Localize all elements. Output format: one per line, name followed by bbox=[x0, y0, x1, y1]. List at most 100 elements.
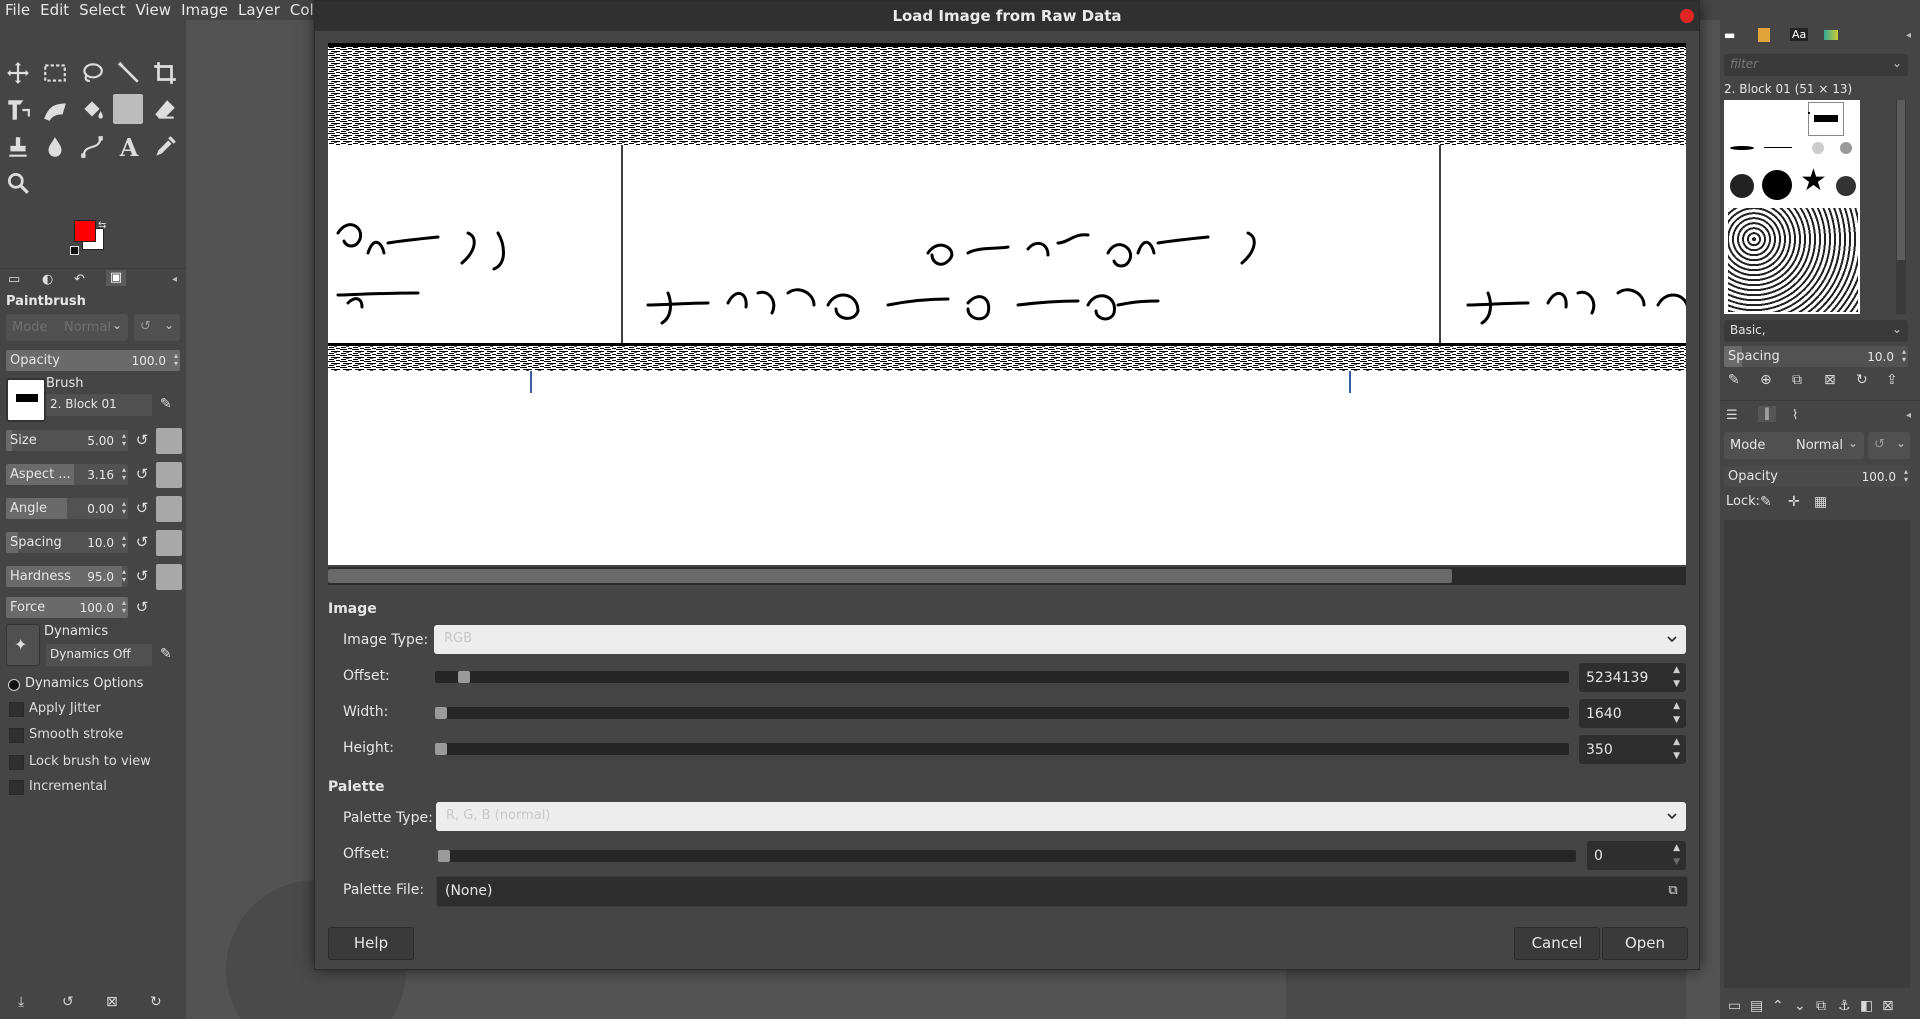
palette-offset-slider[interactable] bbox=[438, 850, 1576, 862]
reset-hardness-icon[interactable]: ↺ bbox=[133, 567, 151, 585]
folder-open-icon[interactable]: ⧉ bbox=[1663, 881, 1683, 901]
edit-brush-icon[interactable]: ✎ bbox=[1728, 372, 1740, 388]
foreground-color-swatch[interactable] bbox=[74, 220, 96, 242]
spin-arrows-icon[interactable]: ▴ ▾ bbox=[122, 500, 126, 516]
images-tab-icon[interactable]: ▣ bbox=[106, 270, 126, 286]
spacing-link-button[interactable] bbox=[156, 530, 182, 556]
menu-view[interactable]: View bbox=[130, 1, 176, 19]
brush-name-field[interactable]: 2. Block 01 bbox=[46, 394, 152, 416]
save-options-icon[interactable]: ⤓ bbox=[18, 994, 24, 1010]
spin-arrows-icon[interactable]: ▴ ▾ bbox=[1904, 468, 1908, 484]
rect-select-icon[interactable] bbox=[40, 58, 70, 88]
decrement-icon[interactable]: ▼ bbox=[1673, 716, 1680, 725]
layer-opacity-slider[interactable]: Opacity 100.0 ▴ ▾ bbox=[1724, 466, 1910, 487]
reset-spacing-icon[interactable]: ↺ bbox=[133, 533, 151, 551]
reset-size-icon[interactable]: ↺ bbox=[133, 431, 151, 449]
paintbrush-tool-icon[interactable] bbox=[113, 94, 143, 124]
color-picker-icon[interactable] bbox=[150, 132, 180, 162]
mode-combo[interactable]: Mode Normal ⌄ bbox=[6, 314, 128, 341]
layer-mode-combo[interactable]: Mode Normal ⌄ bbox=[1724, 432, 1864, 459]
lock-pixels-icon[interactable]: ✎ bbox=[1760, 494, 1772, 510]
offset-slider-knob[interactable] bbox=[458, 671, 470, 683]
spin-arrows-icon[interactable]: ▴ ▾ bbox=[1902, 348, 1906, 364]
layers-list[interactable] bbox=[1724, 520, 1910, 988]
height-slider[interactable] bbox=[435, 743, 1569, 755]
hardness-slider[interactable]: Hardness 95.0 ▴ ▾ bbox=[6, 566, 128, 587]
menu-file[interactable]: File bbox=[0, 1, 35, 19]
duplicate-brush-icon[interactable]: ⧉ bbox=[1792, 372, 1802, 388]
duplicate-layer-icon[interactable]: ⧉ bbox=[1816, 998, 1826, 1014]
size-slider[interactable]: Size 5.00 ▴ ▾ bbox=[6, 430, 128, 451]
anchor-layer-icon[interactable]: ⚓ bbox=[1838, 998, 1851, 1014]
eraser-icon[interactable] bbox=[150, 95, 180, 125]
reset-aspect-icon[interactable]: ↺ bbox=[133, 465, 151, 483]
zoom-tool-icon[interactable] bbox=[3, 168, 33, 198]
spin-arrows-icon[interactable]: ▴ ▾ bbox=[122, 568, 126, 584]
new-brush-icon[interactable]: ⊕ bbox=[1760, 372, 1772, 388]
brush-preview[interactable] bbox=[6, 378, 46, 422]
menu-image[interactable]: Image bbox=[176, 1, 233, 19]
crop-icon[interactable] bbox=[150, 58, 180, 88]
palette-offset-slider-knob[interactable] bbox=[438, 850, 450, 862]
brush-preset-combo[interactable]: Basic, ⌄ bbox=[1724, 320, 1908, 342]
edit-dynamics-icon[interactable]: ✎ bbox=[160, 646, 172, 662]
angle-slider[interactable]: Angle 0.00 ▴ ▾ bbox=[6, 498, 128, 519]
delete-brush-icon[interactable]: ⊠ bbox=[1824, 372, 1836, 388]
cancel-button[interactable]: Cancel bbox=[1514, 927, 1600, 960]
open-brush-icon[interactable]: ⇪ bbox=[1886, 372, 1898, 388]
spin-arrows-icon[interactable]: ▴ ▾ bbox=[122, 466, 126, 482]
clone-icon[interactable] bbox=[3, 132, 33, 162]
raise-layer-icon[interactable]: ⌃ bbox=[1772, 998, 1784, 1014]
text-tool-icon[interactable]: A bbox=[114, 132, 144, 162]
incremental-checkbox[interactable] bbox=[9, 780, 24, 795]
delete-options-icon[interactable]: ⊠ bbox=[106, 994, 118, 1010]
dynamics-options-expander[interactable] bbox=[8, 679, 20, 691]
spacing-slider[interactable]: Spacing 10.0 ▴ ▾ bbox=[6, 532, 128, 553]
help-button[interactable]: Help bbox=[328, 927, 414, 960]
dock-menu-icon[interactable]: ◂ bbox=[1906, 410, 1911, 421]
increment-icon[interactable]: ▲ bbox=[1673, 666, 1680, 675]
delete-layer-icon[interactable]: ⊠ bbox=[1882, 998, 1894, 1014]
open-button[interactable]: Open bbox=[1602, 927, 1688, 960]
fuzzy-select-icon[interactable] bbox=[114, 58, 144, 88]
menu-select[interactable]: Select bbox=[74, 1, 130, 19]
force-slider[interactable]: Force 100.0 ▴ ▾ bbox=[6, 597, 128, 618]
apply-jitter-checkbox[interactable] bbox=[9, 702, 24, 717]
aspect-link-button[interactable] bbox=[156, 462, 182, 488]
decrement-icon[interactable]: ▼ bbox=[1673, 858, 1680, 867]
palette-offset-spinbox[interactable]: 0 ▲ ▼ bbox=[1587, 841, 1686, 870]
decrement-icon[interactable]: ▼ bbox=[1673, 752, 1680, 761]
aspect-slider[interactable]: Aspect ... 3.16 ▴ ▾ bbox=[6, 464, 128, 485]
menu-edit[interactable]: Edit bbox=[35, 1, 74, 19]
preview-scrollbar[interactable] bbox=[328, 567, 1686, 585]
image-type-combo[interactable]: RGB bbox=[434, 625, 1686, 654]
brush-grid[interactable]: ★ bbox=[1724, 100, 1860, 314]
lock-position-icon[interactable]: ✛ bbox=[1788, 494, 1800, 510]
spin-arrows-icon[interactable]: ▴ ▾ bbox=[122, 599, 126, 615]
layer-mode-reset-combo[interactable]: ↺ ⌄ bbox=[1868, 432, 1910, 459]
channels-tab-icon[interactable]: ‖ bbox=[1758, 406, 1776, 422]
new-layer-icon[interactable]: ▭ bbox=[1728, 998, 1741, 1014]
dynamics-options-label[interactable]: Dynamics Options bbox=[25, 676, 143, 691]
lasso-icon[interactable] bbox=[77, 58, 107, 88]
width-slider-knob[interactable] bbox=[435, 707, 447, 719]
bucket-fill-icon[interactable] bbox=[77, 95, 107, 125]
increment-icon[interactable]: ▲ bbox=[1673, 702, 1680, 711]
offset-spinbox[interactable]: 5234139 ▲ ▼ bbox=[1579, 663, 1686, 692]
new-layer-group-icon[interactable]: ▤ bbox=[1750, 998, 1763, 1014]
menu-layer[interactable]: Layer bbox=[233, 1, 285, 19]
palette-type-combo[interactable]: R, G, B (normal) bbox=[436, 802, 1686, 831]
lock-alpha-icon[interactable]: ▦ bbox=[1814, 494, 1827, 510]
width-slider[interactable] bbox=[435, 707, 1569, 719]
fonts-tab-icon[interactable]: Aa bbox=[1790, 28, 1809, 41]
undo-history-tab-icon[interactable]: ↶ bbox=[74, 272, 85, 287]
height-spinbox[interactable]: 350 ▲ ▼ bbox=[1579, 735, 1686, 764]
brush-filter-field[interactable]: filter ⌄ bbox=[1724, 54, 1908, 76]
increment-icon[interactable]: ▲ bbox=[1673, 738, 1680, 747]
dock-menu-icon[interactable]: ◂ bbox=[172, 274, 177, 285]
smudge-icon[interactable] bbox=[40, 132, 70, 162]
spin-arrows-icon[interactable]: ▴ ▾ bbox=[122, 534, 126, 550]
brushes-tab-icon[interactable]: ▬ bbox=[1724, 28, 1742, 42]
restore-options-icon[interactable]: ↺ bbox=[62, 994, 74, 1010]
swap-colors-icon[interactable]: ⇆ bbox=[98, 220, 106, 231]
